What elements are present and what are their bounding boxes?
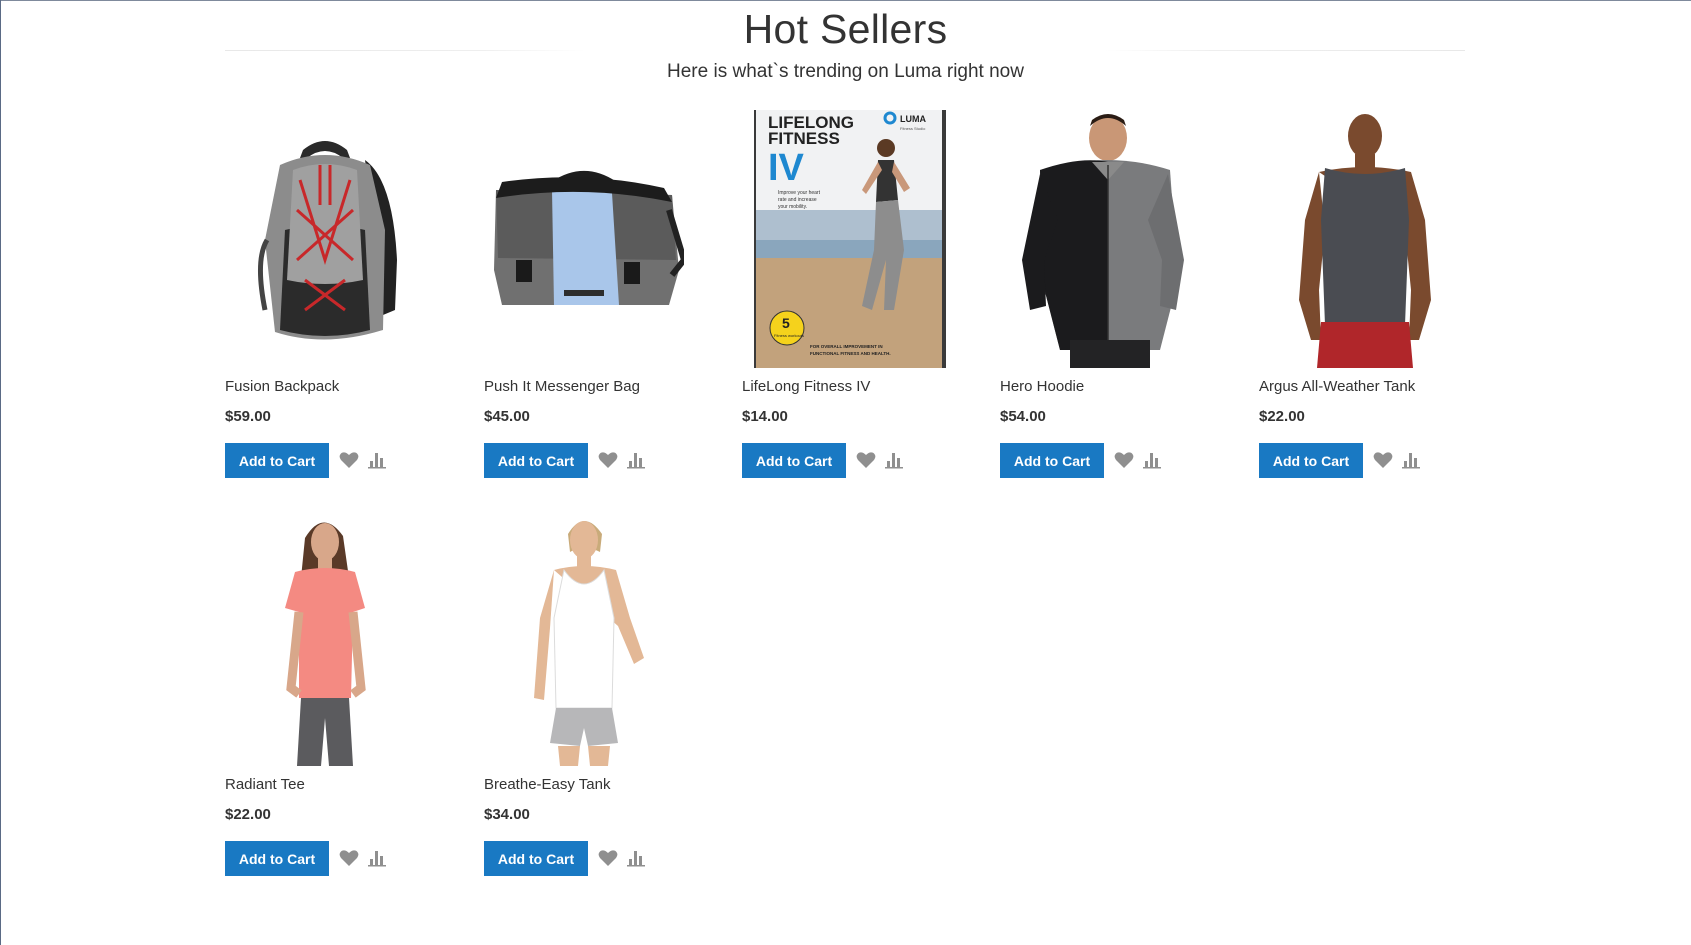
section-title: Hot Sellers xyxy=(743,6,948,52)
product-image-tank[interactable] xyxy=(1259,110,1459,368)
add-to-cart-button[interactable]: Add to Cart xyxy=(1000,443,1104,478)
product-name[interactable]: Push It Messenger Bag xyxy=(484,378,640,395)
product-image-tee[interactable] xyxy=(225,508,425,766)
product-name[interactable]: Radiant Tee xyxy=(225,776,305,793)
product-name[interactable]: Fusion Backpack xyxy=(225,378,339,395)
product-image-messenger-bag[interactable] xyxy=(484,110,684,368)
compare-icon[interactable] xyxy=(1402,451,1422,469)
heart-icon[interactable] xyxy=(1373,451,1393,469)
heart-icon[interactable] xyxy=(339,849,359,867)
product-price: $22.00 xyxy=(225,806,271,823)
cover-brand: LUMA xyxy=(900,114,926,124)
product-price: $54.00 xyxy=(1000,408,1046,425)
product-name[interactable]: Breathe-Easy Tank xyxy=(484,776,610,793)
window-edge-top xyxy=(0,0,1691,1)
cover-tagline-2: rate and increase xyxy=(778,197,817,203)
add-to-cart-button[interactable]: Add to Cart xyxy=(484,443,588,478)
compare-icon[interactable] xyxy=(627,849,647,867)
product-image-dvd-cover[interactable]: LIFELONG FITNESS IV LUMA Fitness Studio … xyxy=(754,110,946,368)
heart-icon[interactable] xyxy=(1114,451,1134,469)
add-to-cart-button[interactable]: Add to Cart xyxy=(225,443,329,478)
cover-numeral: IV xyxy=(768,147,805,189)
product-name[interactable]: Argus All-Weather Tank xyxy=(1259,378,1415,395)
product-price: $59.00 xyxy=(225,408,271,425)
product-price: $34.00 xyxy=(484,806,530,823)
add-to-cart-button[interactable]: Add to Cart xyxy=(742,443,846,478)
product-price: $22.00 xyxy=(1259,408,1305,425)
heart-icon[interactable] xyxy=(856,451,876,469)
cover-tagline-3: your mobility. xyxy=(778,204,807,210)
title-divider-left xyxy=(225,50,585,51)
compare-icon[interactable] xyxy=(368,849,388,867)
compare-icon[interactable] xyxy=(368,451,388,469)
product-name[interactable]: LifeLong Fitness IV xyxy=(742,378,870,395)
compare-icon[interactable] xyxy=(885,451,905,469)
add-to-cart-button[interactable]: Add to Cart xyxy=(1259,443,1363,478)
cover-footer-1: FOR OVERALL IMPROVEMENT IN xyxy=(810,344,883,349)
heart-icon[interactable] xyxy=(339,451,359,469)
cover-brand-sub: Fitness Studio xyxy=(900,126,926,131)
cover-tagline-1: Improve your heart xyxy=(778,190,821,196)
product-price: $14.00 xyxy=(742,408,788,425)
cover-badge-number: 5 xyxy=(782,315,790,331)
window-edge-left xyxy=(0,0,1,945)
compare-icon[interactable] xyxy=(627,451,647,469)
product-price: $45.00 xyxy=(484,408,530,425)
add-to-cart-button[interactable]: Add to Cart xyxy=(484,841,588,876)
product-image-white-tank[interactable] xyxy=(484,508,684,766)
product-image-hoodie[interactable] xyxy=(1000,110,1200,368)
heart-icon[interactable] xyxy=(598,849,618,867)
product-name[interactable]: Hero Hoodie xyxy=(1000,378,1084,395)
compare-icon[interactable] xyxy=(1143,451,1163,469)
add-to-cart-button[interactable]: Add to Cart xyxy=(225,841,329,876)
title-divider-right xyxy=(1105,50,1465,51)
product-image-backpack[interactable] xyxy=(225,110,425,368)
heart-icon[interactable] xyxy=(598,451,618,469)
cover-badge-text: Fitness workouts xyxy=(774,333,804,338)
cover-footer-2: FUNCTIONAL FITNESS AND HEALTH. xyxy=(810,351,891,356)
cover-title-line2: FITNESS xyxy=(768,129,840,148)
section-subtitle: Here is what`s trending on Luma right no… xyxy=(667,61,1024,82)
